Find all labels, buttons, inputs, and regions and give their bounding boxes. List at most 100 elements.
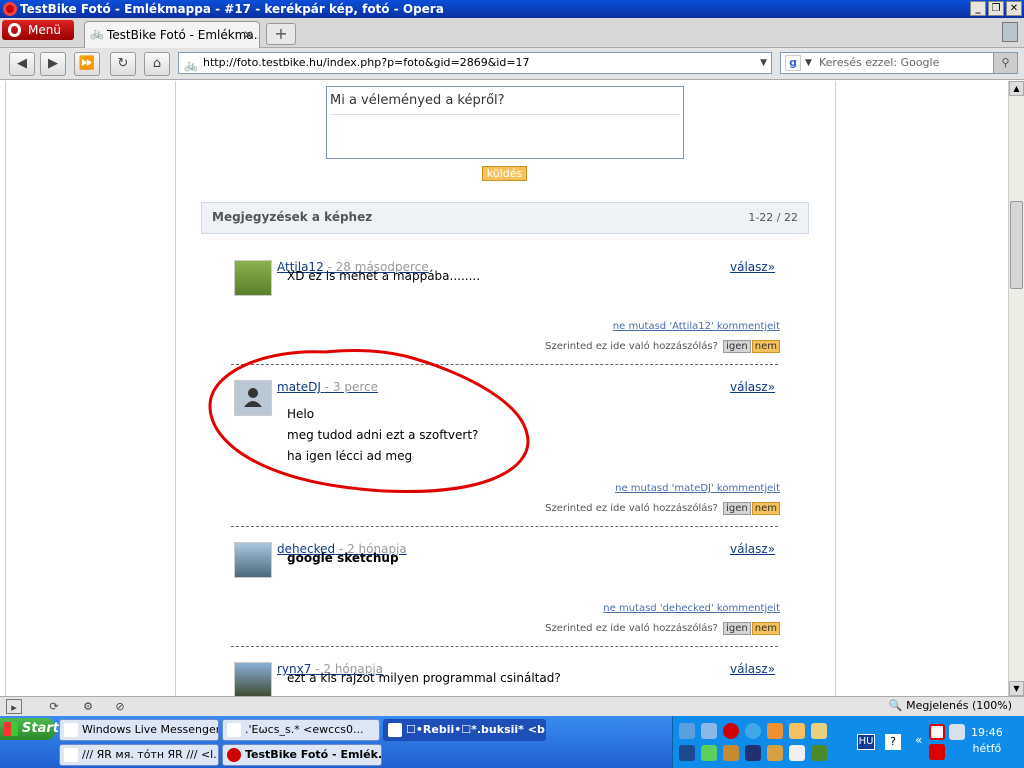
reply-link[interactable]: válasz»: [730, 260, 775, 274]
question-text: Szerinted ez ide való hozzászólás?: [545, 503, 718, 514]
tray-icon[interactable]: [789, 745, 805, 761]
send-button[interactable]: küldés: [482, 166, 527, 181]
scroll-up-icon[interactable]: ▲: [1009, 81, 1024, 96]
comment-item: rynx7 - 2 hónapja válasz» ezt a kis rajz…: [233, 662, 778, 696]
task-label: ☐•Rebii•☐*.buksii* <ba...: [406, 723, 545, 736]
opera-logo-icon: [8, 23, 21, 37]
opera-tray-icon[interactable]: [723, 723, 739, 739]
vote-yes-button[interactable]: igen: [723, 622, 751, 635]
window-title: TestBike Fotó - Emlékmappa - #17 - kerék…: [20, 2, 444, 16]
vote-no-button[interactable]: nem: [751, 622, 780, 635]
tray-icon[interactable]: [767, 745, 783, 761]
reply-link[interactable]: válasz»: [730, 662, 775, 676]
tab-testbike[interactable]: 🚲 TestBike Fotó - Emlékma... ✕: [84, 21, 260, 48]
address-bar[interactable]: 🚲 http://foto.testbike.hu/index.php?p=fo…: [178, 52, 772, 74]
start-button[interactable]: Start: [0, 718, 59, 740]
scroll-down-icon[interactable]: ▼: [1009, 681, 1024, 696]
avatar[interactable]: [234, 662, 272, 696]
vote-no-button[interactable]: nem: [751, 340, 780, 353]
search-input[interactable]: g ▼ Keresés ezzel: Google ⚲: [780, 52, 1018, 74]
clock-day: hétfő: [972, 742, 1002, 755]
taskbar-item-opera[interactable]: TestBike Fotó - Emlék...: [222, 744, 382, 766]
comment-line: XD ez is mehet a mappába........: [287, 269, 481, 283]
tray-icon[interactable]: [679, 745, 695, 761]
task-label: TestBike Fotó - Emlék...: [245, 748, 382, 761]
skype-tray-icon[interactable]: [745, 723, 761, 739]
comment-separator: [231, 526, 778, 527]
tray-icon[interactable]: [745, 745, 761, 761]
start-label: Start: [22, 721, 59, 736]
comments-count: 1-22 / 22: [748, 211, 798, 224]
close-tab-icon[interactable]: ✕: [243, 22, 253, 48]
scrollbar-thumb[interactable]: [1010, 201, 1023, 289]
vertical-scrollbar[interactable]: ▲ ▼: [1008, 81, 1024, 696]
window-controls: _ ❐ ✕: [970, 1, 1022, 16]
reload-button[interactable]: ↻: [110, 52, 136, 76]
tray-icon[interactable]: [929, 744, 945, 760]
zoom-label: Megjelenés (100%): [906, 699, 1012, 712]
reply-link[interactable]: válasz»: [730, 542, 775, 556]
taskbar-item-chat-2[interactable]: ☐•Rebii•☐*.buksii* <ba...: [383, 719, 546, 741]
network-tray-icon[interactable]: [701, 723, 717, 739]
vote-yes-button[interactable]: igen: [723, 340, 751, 353]
new-tab-button[interactable]: +: [266, 23, 296, 45]
vote-yes-button[interactable]: igen: [723, 502, 751, 515]
trash-icon[interactable]: [1002, 22, 1018, 42]
task-label: /// ЯR мя. тóтн ЯR /// <l...: [82, 748, 219, 761]
comment-placeholder: Mi a véleményed a képről?: [330, 93, 505, 108]
close-button[interactable]: ✕: [1006, 1, 1022, 16]
search-icon[interactable]: ⚲: [993, 53, 1017, 73]
messenger-tray-icon[interactable]: [679, 723, 695, 739]
tray-icon[interactable]: [949, 724, 965, 740]
home-button[interactable]: ⌂: [144, 52, 170, 76]
comment-body: google sketchup: [287, 548, 399, 569]
search-placeholder: Keresés ezzel: Google: [819, 56, 940, 69]
comment-textarea[interactable]: Mi a véleményed a képről?: [326, 86, 684, 159]
tray-icon[interactable]: [701, 745, 717, 761]
system-tray: HU ? « 19:46 hétfő: [672, 716, 1024, 768]
vote-no-button[interactable]: nem: [751, 502, 780, 515]
sync-icon[interactable]: ⟳: [46, 699, 62, 714]
avatar[interactable]: [234, 542, 272, 578]
google-icon[interactable]: g: [785, 55, 801, 71]
tray-icon[interactable]: [767, 723, 783, 739]
tray-icon[interactable]: [929, 724, 945, 740]
comment-line: ezt a kis rajzot milyen programmal csiná…: [287, 671, 561, 685]
help-icon[interactable]: ?: [885, 734, 901, 750]
taskbar-item-messenger[interactable]: Windows Live Messenger: [59, 719, 219, 741]
block-content-icon[interactable]: ⊘: [112, 699, 128, 714]
tray-icon[interactable]: [811, 723, 827, 739]
chevron-down-icon[interactable]: ▼: [805, 53, 812, 73]
hide-user-comments-link[interactable]: ne mutasd 'Attila12' kommentjeit: [613, 321, 780, 332]
back-button[interactable]: ◀: [9, 52, 35, 76]
network-icon[interactable]: ⚙: [80, 699, 96, 714]
messenger-icon: [227, 723, 241, 737]
hide-user-comments-link[interactable]: ne mutasd 'dehecked' kommentjeit: [603, 603, 780, 614]
forward-button[interactable]: ▶: [40, 52, 66, 76]
opera-menu-button[interactable]: Menü: [2, 20, 74, 40]
url-text: http://foto.testbike.hu/index.php?p=foto…: [203, 56, 530, 69]
chevron-down-icon[interactable]: ▼: [760, 53, 767, 73]
show-hidden-icons-icon[interactable]: «: [915, 733, 922, 747]
maximize-button[interactable]: ❐: [988, 1, 1004, 16]
tray-icon[interactable]: [811, 745, 827, 761]
fast-forward-button[interactable]: ⏩: [74, 52, 100, 76]
language-indicator[interactable]: HU: [857, 734, 875, 750]
clock[interactable]: 19:46 hétfő: [971, 725, 1003, 757]
comment-item: dehecked - 2 hónapja válasz» google sket…: [233, 542, 780, 642]
reply-link[interactable]: válasz»: [730, 380, 775, 394]
tray-icon[interactable]: [789, 723, 805, 739]
task-label: Windows Live Messenger: [82, 723, 219, 736]
bicycle-icon: 🚲: [90, 27, 104, 40]
taskbar-item-chat-3[interactable]: /// ЯR мя. тóтн ЯR /// <l...: [59, 744, 219, 766]
minimize-button[interactable]: _: [970, 1, 986, 16]
windows-taskbar: Start Windows Live Messenger .'Εωcs_s.* …: [0, 716, 1024, 768]
taskbar-item-chat-1[interactable]: .'Εωcs_s.* <ewccs0...: [222, 719, 380, 741]
bicycle-icon: 🚲: [184, 59, 198, 72]
hide-user-comments-link[interactable]: ne mutasd 'mateDJ' kommentjeit: [615, 483, 780, 494]
tab-bar: Menü 🚲 TestBike Fotó - Emlékma... ✕ +: [0, 18, 1024, 48]
panel-toggle-icon[interactable]: ▸: [6, 699, 22, 714]
tray-icon[interactable]: [723, 745, 739, 761]
zoom-control[interactable]: 🔍 Megjelenés (100%): [889, 699, 1012, 712]
avatar[interactable]: [234, 260, 272, 296]
